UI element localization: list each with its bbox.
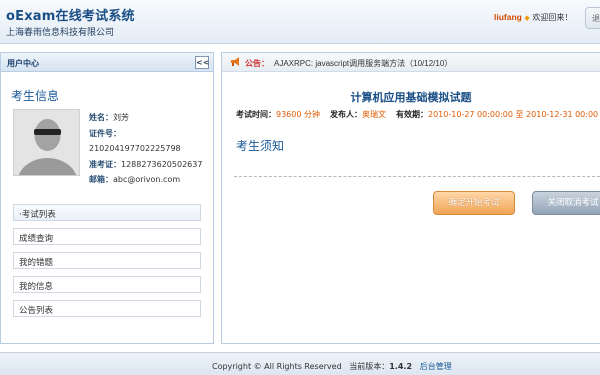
user-silhouette-icon — [14, 110, 79, 175]
avatar — [13, 109, 80, 176]
sidebar-title: 用户中心 — [7, 59, 39, 68]
notice-link[interactable]: AJAXRPC: javascript调用服务端方法（10/12/10） — [274, 58, 452, 69]
logout-button[interactable]: 退 — [585, 7, 600, 29]
profile-info: 姓名：刘芳 证件号： 210204197702225798 准考证：128827… — [89, 111, 202, 189]
sidebar-item-announcements[interactable]: 公告列表 — [13, 300, 201, 317]
sidebar: 用户中心 << 考生信息 姓名：刘芳 证件号： 2102041977022257… — [0, 52, 214, 344]
sidebar-menu: ·考试列表 成绩查询 我的错题 我的信息 公告列表 — [13, 204, 201, 324]
valid-value: 2010-10-27 00:00:00 至 2010-12-31 00:00 — [428, 110, 599, 119]
username-link[interactable]: liufang — [494, 12, 522, 22]
footer: Copyright © All Rights Reserved 当前版本：1.4… — [0, 352, 600, 375]
notice-bar: 公告： AJAXRPC: javascript调用服务端方法（10/12/10） — [222, 53, 600, 72]
email-value: abc@orivon.com — [113, 175, 181, 184]
ticket-value: 1288273620502637 — [121, 159, 203, 169]
id-value: 210204197702225798 — [89, 144, 181, 153]
header: oExam在线考试系统 上海春雨信息科技有限公司 liufang ◆ 欢迎回来！… — [0, 0, 600, 44]
time-label: 考试时间： — [236, 110, 276, 119]
publisher-value: 奥瑞文 — [362, 110, 386, 119]
publisher-label: 发布人： — [330, 110, 362, 119]
examinee-info-title: 考生信息 — [11, 89, 60, 103]
user-box: liufang ◆ 欢迎回来！ — [494, 12, 572, 23]
collapse-sidebar-button[interactable]: << — [195, 56, 209, 69]
divider — [234, 176, 600, 177]
exam-title: 计算机应用基础模拟试题 — [350, 91, 472, 104]
cancel-exam-button[interactable]: 关闭取消考试 — [532, 191, 600, 215]
email-label: 邮箱： — [89, 175, 113, 184]
id-label: 证件号： — [89, 128, 121, 138]
ticket-label: 准考证： — [89, 159, 121, 169]
notice-label: 公告： — [245, 59, 269, 68]
name-label: 姓名： — [89, 113, 113, 122]
bullet-icon: ◆ — [524, 14, 530, 22]
sidebar-item-score-query[interactable]: 成绩查询 — [13, 228, 201, 245]
welcome-text: 欢迎回来！ — [532, 13, 573, 22]
version-value: 1.4.2 — [389, 362, 413, 371]
main-panel: 公告： AJAXRPC: javascript调用服务端方法（10/12/10）… — [221, 52, 600, 344]
time-value: 93600 分钟 — [276, 110, 320, 119]
megaphone-icon — [231, 57, 239, 66]
company-name: 上海春雨信息科技有限公司 — [6, 28, 115, 38]
exam-notice-heading: 考生须知 — [236, 139, 285, 153]
start-exam-button[interactable]: 确定开始考试 — [433, 191, 515, 215]
system-title: oExam在线考试系统 — [6, 9, 135, 24]
footer-text: Copyright © All Rights Reserved 当前版本：1.4… — [212, 361, 452, 372]
version-label: 当前版本： — [349, 362, 390, 371]
sidebar-item-wrong-questions[interactable]: 我的错题 — [13, 252, 201, 269]
sidebar-item-my-info[interactable]: 我的信息 — [13, 276, 201, 293]
copyright-text: Copyright © All Rights Reserved — [212, 362, 342, 371]
sidebar-item-exam-list[interactable]: ·考试列表 — [13, 204, 201, 221]
valid-label: 有效期： — [396, 110, 428, 119]
exam-meta: 考试时间：93600 分钟 发布人：奥瑞文 有效期：2010-10-27 00:00… — [236, 109, 598, 120]
name-value: 刘芳 — [113, 113, 129, 122]
admin-link[interactable]: 后台管理 — [420, 362, 452, 371]
